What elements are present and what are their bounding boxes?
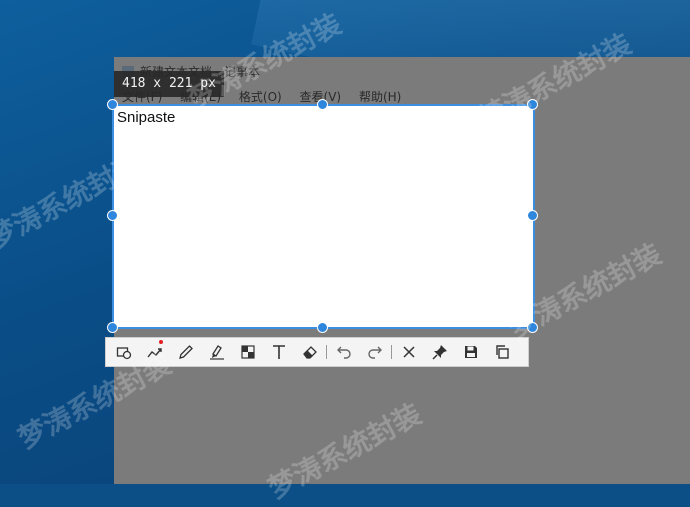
resize-handle-bottom-left[interactable] (107, 322, 118, 333)
menu-help[interactable]: 帮助(H) (359, 90, 401, 104)
cancel-button[interactable] (393, 338, 424, 366)
save-button[interactable] (455, 338, 486, 366)
pin-button[interactable] (424, 338, 455, 366)
eraser-tool-button[interactable] (294, 338, 325, 366)
pencil-tool-button[interactable] (170, 338, 201, 366)
eraser-icon (302, 346, 317, 359)
undo-icon (336, 346, 351, 359)
save-icon (464, 346, 477, 358)
selection-content-text: Snipaste (117, 109, 176, 126)
marker-icon (209, 345, 224, 360)
resize-handle-top[interactable] (317, 99, 328, 110)
capture-selection[interactable]: Snipaste (112, 104, 535, 329)
redo-icon (367, 346, 382, 359)
resize-handle-bottom[interactable] (317, 322, 328, 333)
active-indicator-dot (159, 340, 163, 344)
resize-handle-right[interactable] (527, 210, 538, 221)
mosaic-icon (240, 345, 255, 359)
toolbar-separator (391, 345, 392, 359)
resize-handle-left[interactable] (107, 210, 118, 221)
copy-button[interactable] (486, 338, 517, 366)
undo-button[interactable] (328, 338, 359, 366)
close-icon (402, 346, 415, 358)
marker-tool-button[interactable] (201, 338, 232, 366)
text-icon (272, 345, 285, 359)
text-tool-button[interactable] (263, 338, 294, 366)
toolbar-separator (326, 345, 327, 359)
copy-icon (495, 345, 509, 359)
resize-handle-top-left[interactable] (107, 99, 118, 110)
pencil-icon (178, 345, 193, 359)
pin-icon (431, 345, 447, 360)
mosaic-tool-button[interactable] (232, 338, 263, 366)
redo-button[interactable] (359, 338, 390, 366)
